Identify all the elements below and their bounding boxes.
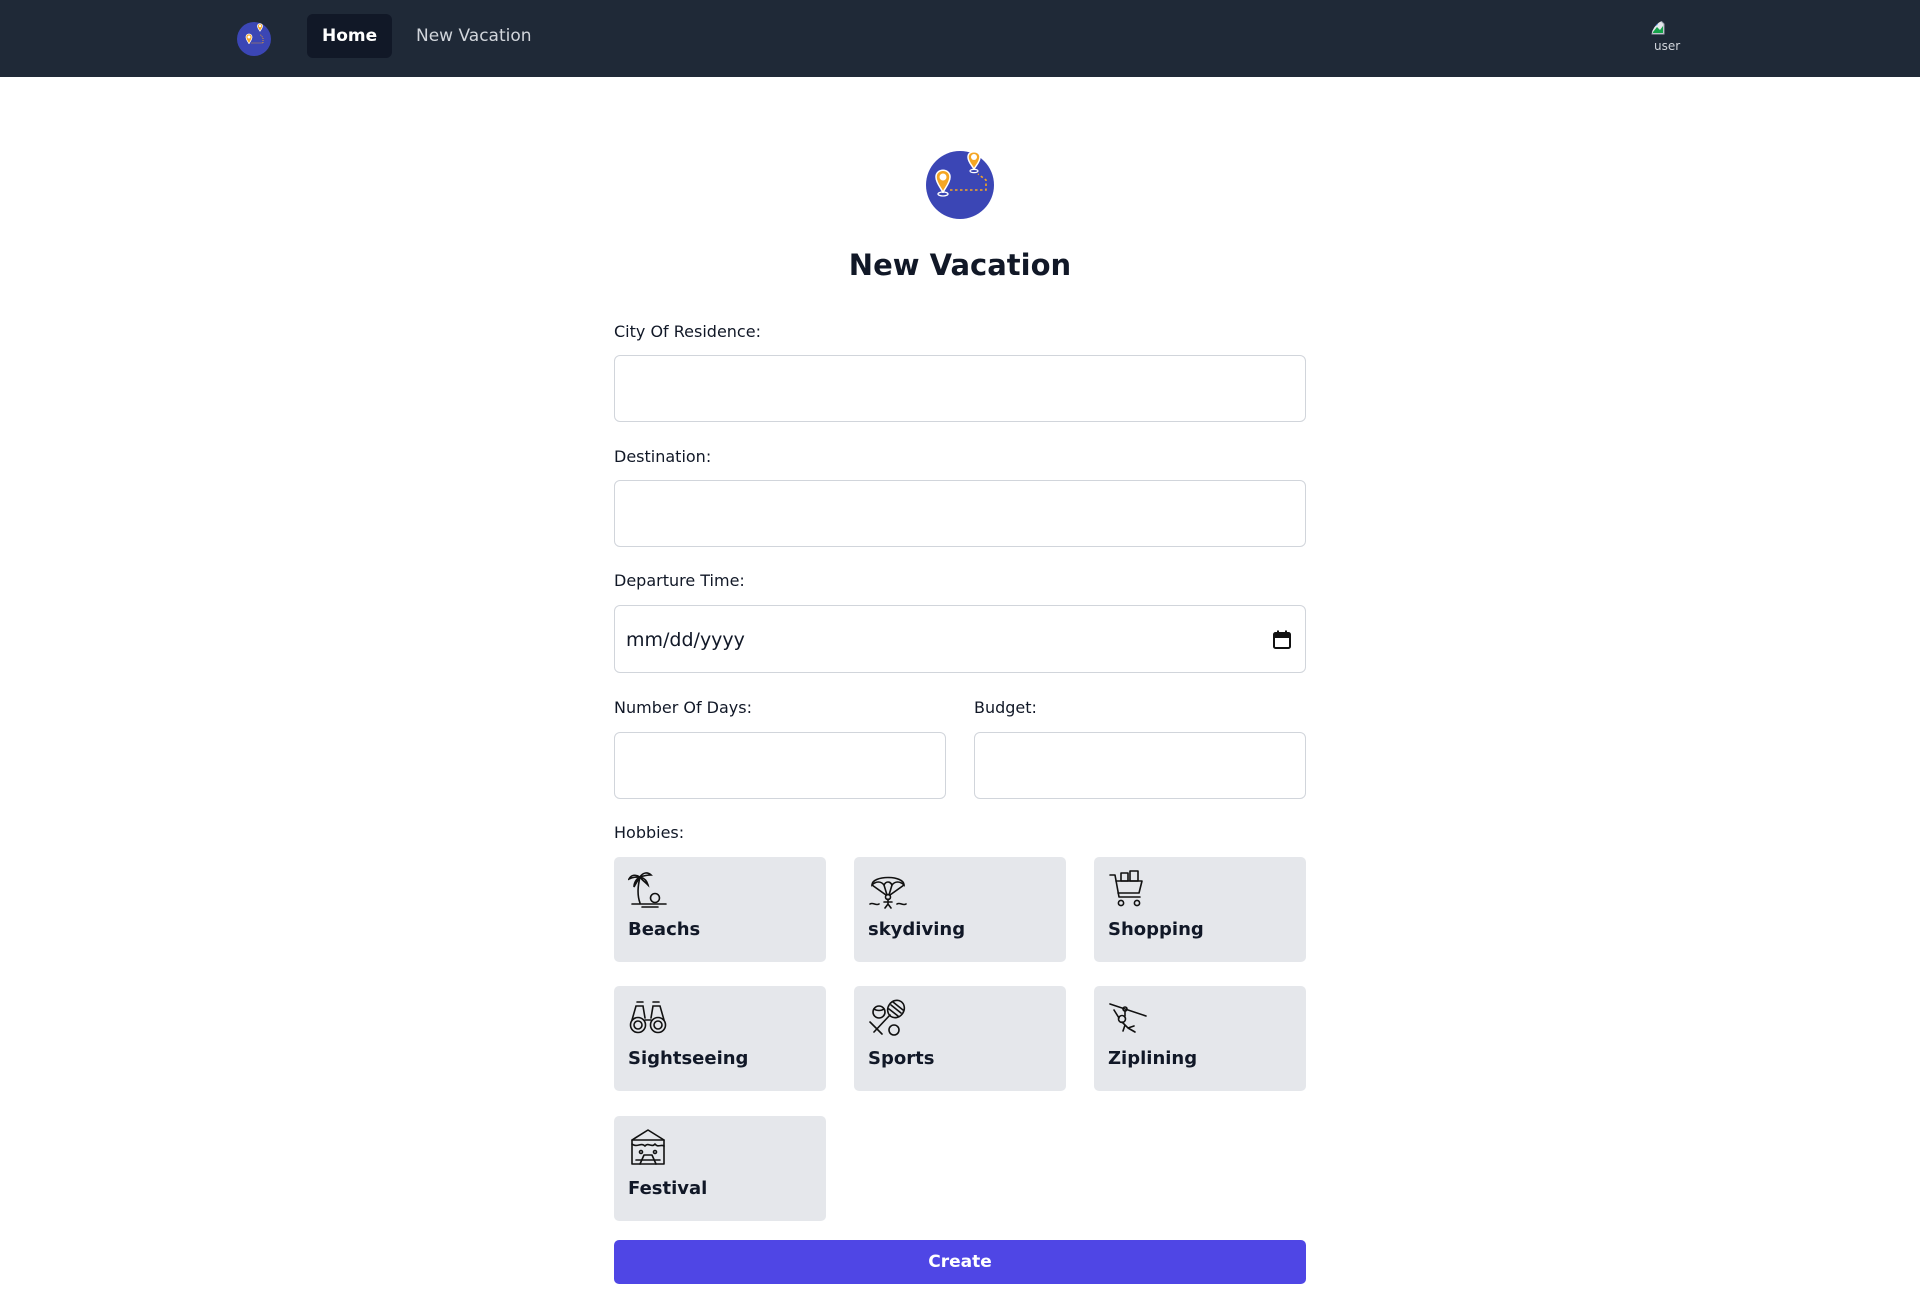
nav-link-home[interactable]: Home (307, 14, 393, 58)
number-of-days-label: Number Of Days: (614, 698, 752, 717)
budget-label: Budget: (974, 698, 1037, 717)
hobby-label: Sightseeing (628, 1048, 749, 1069)
hobby-label: Ziplining (1108, 1048, 1198, 1069)
binoculars-icon (629, 1001, 667, 1034)
palm-tree-beach-icon (628, 872, 667, 908)
parachute-icon (869, 876, 907, 909)
nav-link-new-vacation[interactable]: New Vacation (401, 14, 547, 58)
avatar-alt-text: user (1654, 39, 1681, 53)
date-placeholder: mm/dd/yyyy (626, 629, 745, 651)
user-avatar[interactable]: user (1651, 19, 1689, 57)
festival-stage-icon (631, 1129, 665, 1165)
hobby-label: Beachs (628, 919, 701, 940)
shopping-cart-icon (1109, 870, 1143, 907)
hobby-card-sports[interactable]: Sports (854, 986, 1066, 1091)
calendar-icon[interactable] (1273, 630, 1291, 649)
destination-label: Destination: (614, 447, 712, 466)
hobby-card-shopping[interactable]: Shopping (1094, 857, 1306, 962)
number-of-days-input[interactable] (614, 732, 946, 799)
hobby-card-skydiving[interactable]: skydiving (854, 857, 1066, 962)
hobby-label: Sports (868, 1048, 935, 1069)
budget-input[interactable] (974, 732, 1306, 799)
hobby-card-sightseeing[interactable]: Sightseeing (614, 986, 826, 1091)
create-button[interactable]: Create (614, 1240, 1306, 1284)
hobbies-label: Hobbies: (614, 823, 685, 842)
sports-rackets-icon (869, 999, 906, 1036)
hobby-card-ziplining[interactable]: Ziplining (1094, 986, 1306, 1091)
departure-time-label: Departure Time: (614, 571, 745, 590)
hobby-card-festival[interactable]: Festival (614, 1116, 826, 1221)
hobby-card-beachs[interactable]: Beachs (614, 857, 826, 962)
city-of-residence-label: City Of Residence: (614, 322, 761, 341)
zipline-icon (1109, 1003, 1147, 1033)
top-navbar: Home New Vacation user (0, 0, 1920, 77)
hobby-label: Festival (628, 1178, 708, 1199)
hobby-label: skydiving (868, 919, 966, 940)
departure-time-date-input[interactable]: mm/dd/yyyy (614, 605, 1306, 673)
hobby-label: Shopping (1108, 919, 1204, 940)
destination-input[interactable] (614, 480, 1306, 547)
broken-image-icon (1651, 19, 1665, 35)
app-logo-icon (926, 151, 994, 219)
app-logo-icon[interactable] (235, 19, 273, 57)
page-title: New Vacation (848, 248, 1072, 282)
city-of-residence-input[interactable] (614, 355, 1306, 422)
